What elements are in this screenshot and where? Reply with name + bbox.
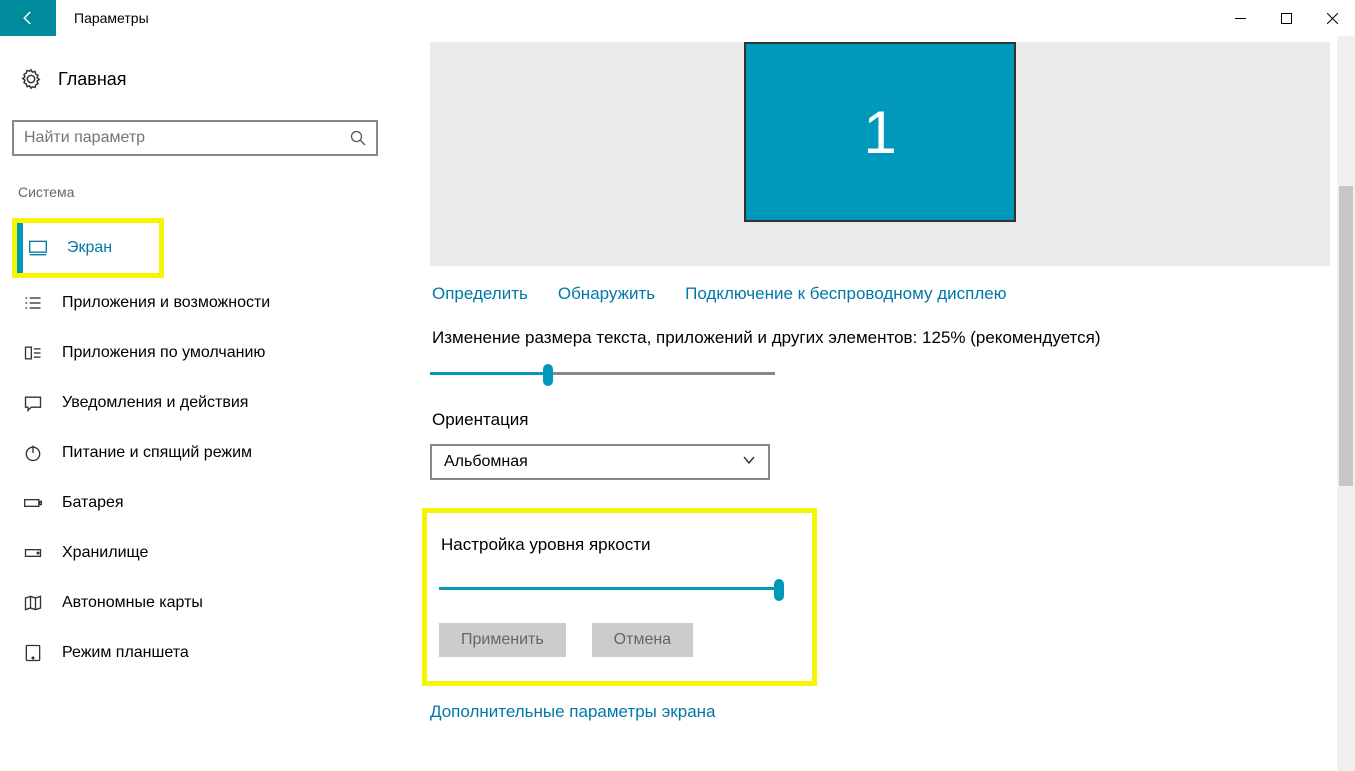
sidebar-item-battery[interactable]: Батарея [12, 478, 378, 528]
back-button[interactable] [0, 0, 56, 36]
storage-icon [22, 542, 44, 564]
arrow-left-icon [19, 9, 37, 27]
sidebar-item-tablet[interactable]: Режим планшета [12, 628, 378, 678]
sidebar-item-power[interactable]: Питание и спящий режим [12, 428, 378, 478]
sidebar-item-default-apps[interactable]: Приложения по умолчанию [12, 328, 378, 378]
advanced-display-link[interactable]: Дополнительные параметры экрана [430, 702, 1355, 722]
sidebar-item-apps[interactable]: Приложения и возможности [12, 278, 378, 328]
apply-button[interactable]: Применить [439, 623, 566, 657]
orientation-value: Альбомная [444, 453, 528, 471]
display-preview: 1 [430, 42, 1330, 266]
gear-icon [20, 68, 42, 90]
monitor-icon [27, 237, 49, 259]
sidebar-item-label: Приложения и возможности [62, 294, 270, 312]
sidebar-item-label: Батарея [62, 494, 124, 512]
monitor-1[interactable]: 1 [744, 42, 1016, 222]
minimize-button[interactable] [1217, 0, 1263, 36]
monitor-number: 1 [863, 98, 896, 167]
sidebar-item-label: Автономные карты [62, 594, 203, 612]
sidebar-item-label: Питание и спящий режим [62, 444, 252, 462]
default-apps-icon [22, 342, 44, 364]
detect-link[interactable]: Обнаружить [558, 284, 655, 304]
maximize-icon [1281, 13, 1292, 24]
close-icon [1327, 13, 1338, 24]
wireless-display-link[interactable]: Подключение к беспроводному дисплею [685, 284, 1006, 304]
vertical-scrollbar[interactable] [1337, 36, 1355, 771]
scale-label: Изменение размера текста, приложений и д… [432, 328, 1355, 348]
identify-link[interactable]: Определить [432, 284, 528, 304]
notification-icon [22, 392, 44, 414]
sidebar-item-display[interactable]: Экран [17, 223, 159, 273]
sidebar-item-maps[interactable]: Автономные карты [12, 578, 378, 628]
scale-slider[interactable] [430, 362, 775, 386]
brightness-slider[interactable] [439, 577, 784, 601]
chevron-down-icon [742, 453, 756, 472]
tablet-icon [22, 642, 44, 664]
maximize-button[interactable] [1263, 0, 1309, 36]
sidebar-item-label: Хранилище [62, 544, 148, 562]
search-input-container[interactable] [12, 120, 378, 156]
sidebar-item-label: Режим планшета [62, 644, 189, 662]
minimize-icon [1235, 13, 1246, 24]
search-icon [350, 130, 366, 146]
sidebar-item-label: Приложения по умолчанию [62, 344, 265, 362]
sidebar-home[interactable]: Главная [12, 62, 378, 96]
sidebar-item-storage[interactable]: Хранилище [12, 528, 378, 578]
map-icon [22, 592, 44, 614]
cancel-button[interactable]: Отмена [592, 623, 693, 657]
brightness-label: Настройка уровня яркости [441, 535, 800, 555]
list-icon [22, 292, 44, 314]
orientation-label: Ориентация [432, 410, 1355, 430]
search-input[interactable] [24, 129, 350, 147]
sidebar-item-label: Экран [67, 239, 112, 257]
sidebar-category: Система [18, 184, 378, 200]
sidebar-home-label: Главная [58, 69, 127, 90]
sidebar-item-notifications[interactable]: Уведомления и действия [12, 378, 378, 428]
close-button[interactable] [1309, 0, 1355, 36]
sidebar-item-label: Уведомления и действия [62, 394, 248, 412]
battery-icon [22, 492, 44, 514]
power-icon [22, 442, 44, 464]
window-title: Параметры [56, 0, 167, 36]
scrollbar-thumb[interactable] [1339, 186, 1353, 486]
orientation-select[interactable]: Альбомная [430, 444, 770, 480]
